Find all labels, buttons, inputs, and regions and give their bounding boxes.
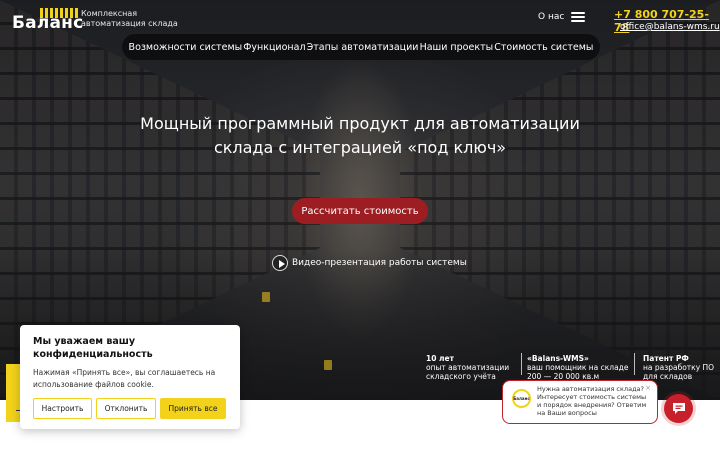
stat-line: опыт автоматизации [426,363,510,372]
chat-prompt-text: Нужна автоматизация склада? Интересует с… [537,385,647,417]
nav-item-stages[interactable]: Этапы автоматизации [307,42,419,53]
nav-item-pricing[interactable]: Стоимость системы [494,42,593,53]
stat-line: складского учёта [426,372,496,381]
chat-button[interactable] [664,394,693,423]
nav-item-features[interactable]: Возможности системы [129,42,243,53]
stat-product: «Balans-WMS» ваш помощник на складе 200 … [527,354,628,381]
main-nav: Возможности системы Функционал Этапы авт… [122,34,600,60]
stat-patent: Патент РФ на разработку ПО для складов [643,354,714,381]
video-label: Видео-презентация работы системы [292,258,467,268]
hero-headline-line2: склада с интеграцией «под ключ» [213,138,507,157]
stat-title: «Balans-WMS» [527,354,589,363]
nav-item-functionality[interactable]: Функционал [243,42,305,53]
stat-line: ваш помощник на складе [527,363,629,372]
email-link[interactable]: office@balans-wms.ru [620,22,720,32]
about-link[interactable]: О нас [538,12,564,22]
stat-divider [634,353,635,375]
stat-title: Патент РФ [643,354,689,363]
cookie-settings-button[interactable]: Настроить [33,398,92,419]
cookie-text: Нажимая «Принять все», вы соглашаетесь н… [33,368,216,389]
logo[interactable]: Баланс [12,8,83,33]
chat-prompt-bubble[interactable]: Баланс Нужна автоматизация склада? Интер… [502,380,658,424]
stat-line: на разработку ПО [643,363,715,372]
menu-icon[interactable] [571,12,585,22]
video-presentation-link[interactable]: Видео-презентация работы системы [272,255,467,271]
cookie-buttons: Настроить Отклонить Принять все [33,398,226,419]
nav-item-projects[interactable]: Наши проекты [420,42,494,53]
logo-text: Баланс [12,13,84,33]
forklift-decoration [262,292,270,302]
cookie-accept-button[interactable]: Принять все [160,398,226,419]
logo-mark: Баланс [12,8,83,33]
play-icon[interactable] [272,255,288,271]
stat-title: 10 лет [426,354,454,363]
cookie-banner: Мы уважаем вашу конфиденциальность Нажим… [20,325,240,429]
stat-divider [521,353,522,375]
hero-headline: Мощный программный продукт для автоматиз… [100,112,620,160]
close-icon[interactable]: × [645,384,651,392]
stat-experience: 10 лет опыт автоматизации складского учё… [426,354,509,381]
forklift-decoration [324,360,332,370]
chat-icon [672,403,685,414]
hero-headline-line1: Мощный программный продукт для автоматиз… [140,114,580,133]
cookie-title: Мы уважаем вашу конфиденциальность [33,336,153,360]
cookie-reject-button[interactable]: Отклонить [96,398,156,419]
calculate-cost-button[interactable]: Рассчитать стоимость [292,198,428,224]
chat-logo: Баланс [512,389,531,408]
tagline: Комплексная автоматизация склада [81,9,178,28]
